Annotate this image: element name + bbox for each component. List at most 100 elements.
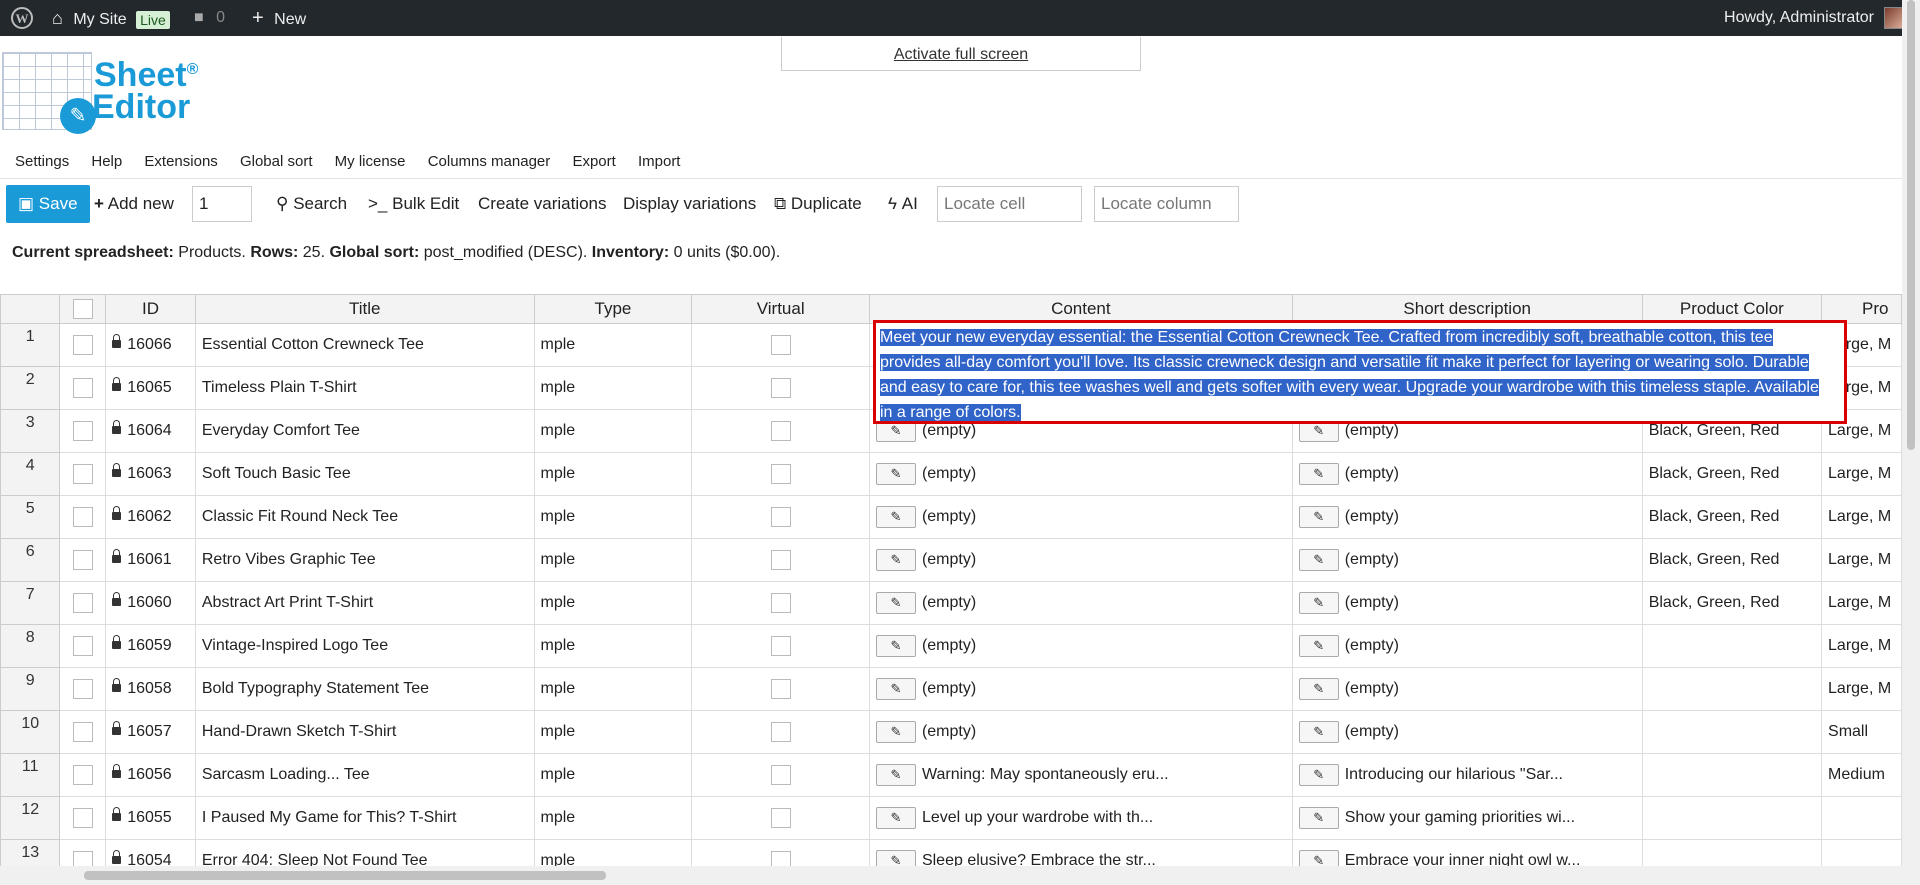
row-number[interactable]: 11: [0, 753, 61, 797]
type-cell[interactable]: mple: [533, 667, 693, 711]
virtual-checkbox[interactable]: [770, 421, 791, 441]
menu-settings[interactable]: Settings: [15, 153, 69, 170]
display-variations-button[interactable]: Display variations: [623, 185, 756, 223]
comments-link[interactable]: ■ 0: [194, 0, 225, 36]
virtual-cell[interactable]: [691, 323, 870, 367]
row-select-cell[interactable]: [59, 753, 107, 797]
type-cell[interactable]: mple: [533, 796, 693, 840]
title-cell[interactable]: Sarcasm Loading... Tee: [194, 753, 535, 797]
short-description-cell[interactable]: ✎ (empty): [1291, 710, 1643, 754]
type-cell[interactable]: mple: [533, 839, 693, 866]
menu-help[interactable]: Help: [91, 153, 122, 170]
wordpress-logo-icon[interactable]: W: [10, 0, 34, 36]
col-header-title[interactable]: Title: [194, 294, 535, 324]
short-description-cell[interactable]: ✎ Introducing our hilarious "Sar...: [1291, 753, 1643, 797]
menu-my-license[interactable]: My license: [335, 153, 406, 170]
col-header-id[interactable]: ID: [105, 294, 196, 324]
id-cell[interactable]: 16060: [105, 581, 196, 625]
product-size-cell[interactable]: [1821, 839, 1902, 866]
virtual-checkbox[interactable]: [770, 550, 791, 570]
type-cell[interactable]: mple: [533, 538, 693, 582]
row-number[interactable]: 1: [0, 323, 61, 367]
row-number[interactable]: 4: [0, 452, 61, 496]
edit-short-description-button[interactable]: ✎: [1298, 678, 1339, 700]
virtual-cell[interactable]: [691, 581, 870, 625]
row-checkbox[interactable]: [72, 550, 93, 570]
id-cell[interactable]: 16063: [105, 452, 196, 496]
menu-columns-manager[interactable]: Columns manager: [428, 153, 551, 170]
type-cell[interactable]: mple: [533, 409, 693, 453]
col-header-type[interactable]: Type: [533, 294, 693, 324]
title-cell[interactable]: Soft Touch Basic Tee: [194, 452, 535, 496]
type-cell[interactable]: mple: [533, 753, 693, 797]
content-cell[interactable]: ✎ (empty): [868, 495, 1293, 539]
row-number[interactable]: 6: [0, 538, 61, 582]
edit-content-button[interactable]: ✎: [875, 850, 916, 866]
id-cell[interactable]: 16065: [105, 366, 196, 410]
product-color-cell[interactable]: [1641, 710, 1823, 754]
menu-import[interactable]: Import: [638, 153, 681, 170]
virtual-cell[interactable]: [691, 366, 870, 410]
short-description-cell[interactable]: ✎ (empty): [1291, 581, 1643, 625]
short-description-cell[interactable]: ✎ (empty): [1291, 452, 1643, 496]
type-cell[interactable]: mple: [533, 495, 693, 539]
content-cell[interactable]: ✎ Sleep elusive? Embrace the str...: [868, 839, 1293, 866]
add-new-button[interactable]: + Add new: [94, 185, 174, 223]
save-button[interactable]: ▣ Save: [6, 185, 90, 223]
title-cell[interactable]: Abstract Art Print T-Shirt: [194, 581, 535, 625]
edit-short-description-button[interactable]: ✎: [1298, 506, 1339, 528]
id-cell[interactable]: 16054: [105, 839, 196, 866]
virtual-checkbox[interactable]: [770, 722, 791, 742]
virtual-checkbox[interactable]: [770, 679, 791, 699]
product-color-cell[interactable]: Black, Green, Red: [1641, 452, 1823, 496]
edit-content-button[interactable]: ✎: [875, 592, 916, 614]
virtual-checkbox[interactable]: [770, 851, 791, 866]
type-cell[interactable]: mple: [533, 452, 693, 496]
duplicate-button[interactable]: ⧉ Duplicate: [774, 185, 862, 223]
vertical-scroll-thumb[interactable]: [1907, 0, 1915, 450]
edit-content-button[interactable]: ✎: [875, 807, 916, 829]
virtual-checkbox[interactable]: [770, 507, 791, 527]
row-number[interactable]: 7: [0, 581, 61, 625]
edit-content-button[interactable]: ✎: [875, 463, 916, 485]
short-description-cell[interactable]: ✎ (empty): [1291, 624, 1643, 668]
title-cell[interactable]: Hand-Drawn Sketch T-Shirt: [194, 710, 535, 754]
virtual-cell[interactable]: [691, 839, 870, 866]
product-size-cell[interactable]: Large, M: [1821, 452, 1902, 496]
menu-global-sort[interactable]: Global sort: [240, 153, 313, 170]
product-color-cell[interactable]: [1641, 753, 1823, 797]
short-description-cell[interactable]: ✎ Show your gaming priorities wi...: [1291, 796, 1643, 840]
row-number[interactable]: 12: [0, 796, 61, 840]
id-cell[interactable]: 16057: [105, 710, 196, 754]
content-cell[interactable]: ✎ (empty): [868, 452, 1293, 496]
title-cell[interactable]: Classic Fit Round Neck Tee: [194, 495, 535, 539]
edit-short-description-button[interactable]: ✎: [1298, 549, 1339, 571]
product-size-cell[interactable]: Large, M: [1821, 667, 1902, 711]
row-select-cell[interactable]: [59, 796, 107, 840]
id-cell[interactable]: 16062: [105, 495, 196, 539]
row-checkbox[interactable]: [72, 765, 93, 785]
row-select-cell[interactable]: [59, 624, 107, 668]
product-size-cell[interactable]: Small: [1821, 710, 1902, 754]
product-color-cell[interactable]: Black, Green, Red: [1641, 581, 1823, 625]
virtual-cell[interactable]: [691, 667, 870, 711]
locate-cell-input[interactable]: Locate cell: [937, 186, 1082, 222]
horizontal-scrollbar[interactable]: [0, 866, 1902, 885]
content-cell[interactable]: ✎ (empty): [868, 538, 1293, 582]
edit-content-button[interactable]: ✎: [875, 678, 916, 700]
row-checkbox[interactable]: [72, 636, 93, 656]
row-number[interactable]: 13: [0, 839, 61, 866]
row-select-cell[interactable]: [59, 452, 107, 496]
row-select-cell[interactable]: [59, 366, 107, 410]
row-checkbox[interactable]: [72, 808, 93, 828]
bulk-edit-button[interactable]: >_ Bulk Edit: [368, 185, 459, 223]
col-header-virtual[interactable]: Virtual: [691, 294, 870, 324]
product-color-cell[interactable]: [1641, 796, 1823, 840]
virtual-checkbox[interactable]: [770, 464, 791, 484]
edit-content-button[interactable]: ✎: [875, 764, 916, 786]
id-cell[interactable]: 16066: [105, 323, 196, 367]
row-checkbox[interactable]: [72, 464, 93, 484]
id-cell[interactable]: 16059: [105, 624, 196, 668]
title-cell[interactable]: Timeless Plain T-Shirt: [194, 366, 535, 410]
short-description-cell[interactable]: ✎ (empty): [1291, 667, 1643, 711]
